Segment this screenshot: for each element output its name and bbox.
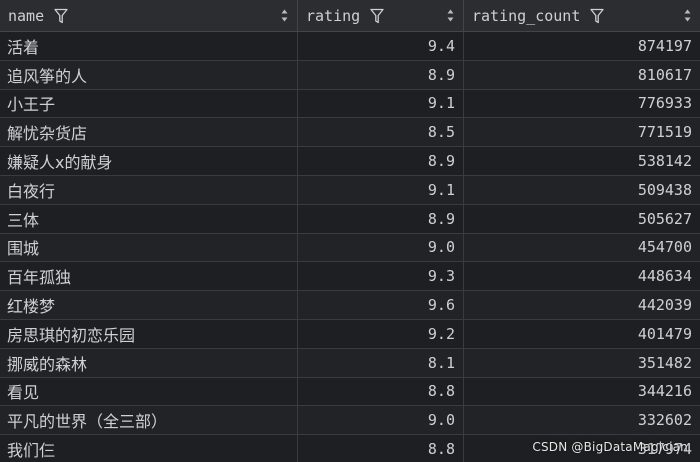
cell-rating-count[interactable]: 344216 bbox=[464, 378, 700, 406]
column-header-label: rating bbox=[306, 6, 361, 25]
cell-name[interactable]: 挪威的森林 bbox=[0, 348, 298, 377]
cell-rating[interactable]: 9.6 bbox=[298, 291, 464, 319]
table-row[interactable]: 红楼梦 9.6 442039 bbox=[0, 291, 700, 320]
table-row[interactable]: 围城 9.0 454700 bbox=[0, 233, 700, 263]
cell-rating-count[interactable]: 509438 bbox=[464, 176, 700, 204]
cell-rating[interactable]: 9.4 bbox=[298, 32, 464, 60]
cell-rating-count[interactable]: 442039 bbox=[464, 291, 700, 319]
cell-name[interactable]: 平凡的世界（全三部） bbox=[0, 406, 298, 435]
filter-icon[interactable] bbox=[54, 8, 68, 24]
cell-rating-count[interactable]: 351482 bbox=[464, 349, 700, 377]
cell-rating-count[interactable]: 810617 bbox=[464, 61, 700, 89]
table-row[interactable]: 三体 8.9 505627 bbox=[0, 204, 700, 234]
cell-name[interactable]: 白夜行 bbox=[0, 175, 298, 204]
cell-name[interactable]: 我们仨 bbox=[0, 435, 298, 462]
cell-rating-count[interactable]: 332602 bbox=[464, 406, 700, 434]
cell-rating[interactable]: 8.9 bbox=[298, 60, 464, 89]
cell-rating[interactable]: 9.1 bbox=[298, 89, 464, 118]
column-header-label: rating_count bbox=[472, 6, 581, 25]
cell-name[interactable]: 嫌疑人x的献身 bbox=[0, 147, 298, 175]
cell-rating-count[interactable]: 448634 bbox=[464, 262, 700, 290]
cell-rating[interactable]: 8.8 bbox=[298, 377, 464, 406]
table-header: name rating rating_count bbox=[0, 0, 700, 32]
table-row[interactable]: 百年孤独 9.3 448634 bbox=[0, 262, 700, 292]
filter-icon[interactable] bbox=[590, 8, 605, 24]
column-header-label: name bbox=[8, 6, 45, 25]
cell-rating-count[interactable]: 401479 bbox=[464, 320, 700, 348]
table-row[interactable]: 解忧杂货店 8.5 771519 bbox=[0, 118, 700, 148]
cell-name[interactable]: 围城 bbox=[0, 233, 298, 262]
column-header-rating[interactable]: rating bbox=[298, 0, 464, 31]
cell-rating[interactable]: 9.2 bbox=[298, 319, 464, 348]
data-grid: name rating rating_count 活着 9.4 874197 追… bbox=[0, 0, 700, 462]
cell-rating[interactable]: 9.0 bbox=[298, 406, 464, 435]
cell-rating[interactable]: 8.1 bbox=[298, 348, 464, 377]
column-header-rating-count[interactable]: rating_count bbox=[464, 0, 700, 31]
table-row[interactable]: 活着 9.4 874197 bbox=[0, 32, 700, 61]
table-row[interactable]: 平凡的世界（全三部） 9.0 332602 bbox=[0, 406, 700, 436]
cell-name[interactable]: 看见 bbox=[0, 377, 298, 406]
cell-rating-count[interactable]: 538142 bbox=[464, 147, 700, 175]
cell-rating[interactable]: 8.8 bbox=[298, 435, 464, 462]
cell-rating-count[interactable]: 776933 bbox=[464, 90, 700, 118]
filter-icon[interactable] bbox=[370, 8, 384, 24]
table-row[interactable]: 小王子 9.1 776933 bbox=[0, 89, 700, 119]
cell-name[interactable]: 活着 bbox=[0, 32, 298, 60]
table-body: 活着 9.4 874197 追风筝的人 8.9 810617 小王子 9.1 7… bbox=[0, 32, 700, 462]
cell-name[interactable]: 三体 bbox=[0, 204, 298, 233]
cell-name[interactable]: 百年孤独 bbox=[0, 262, 298, 291]
cell-rating[interactable]: 9.3 bbox=[298, 262, 464, 291]
cell-name[interactable]: 房思琪的初恋乐园 bbox=[0, 319, 298, 348]
table-row[interactable]: 嫌疑人x的献身 8.9 538142 bbox=[0, 147, 700, 176]
table-row[interactable]: 白夜行 9.1 509438 bbox=[0, 175, 700, 205]
table-row[interactable]: 看见 8.8 344216 bbox=[0, 377, 700, 407]
cell-rating[interactable]: 9.1 bbox=[298, 175, 464, 204]
cell-rating-count[interactable]: 874197 bbox=[464, 32, 700, 60]
cell-rating[interactable]: 8.9 bbox=[298, 204, 464, 233]
table-row[interactable]: 房思琪的初恋乐园 9.2 401479 bbox=[0, 319, 700, 349]
watermark: CSDN @BigDataMagician bbox=[532, 440, 688, 454]
column-header-name[interactable]: name bbox=[0, 0, 298, 31]
cell-rating[interactable]: 8.9 bbox=[298, 147, 464, 175]
cell-name[interactable]: 红楼梦 bbox=[0, 291, 298, 319]
cell-rating-count[interactable]: 454700 bbox=[464, 234, 700, 262]
cell-name[interactable]: 追风筝的人 bbox=[0, 60, 298, 89]
sort-arrows-icon[interactable] bbox=[684, 9, 691, 22]
cell-name[interactable]: 解忧杂货店 bbox=[0, 118, 298, 147]
cell-name[interactable]: 小王子 bbox=[0, 89, 298, 118]
table-row[interactable]: 追风筝的人 8.9 810617 bbox=[0, 60, 700, 90]
cell-rating[interactable]: 9.0 bbox=[298, 233, 464, 262]
sort-arrows-icon[interactable] bbox=[281, 9, 288, 22]
sort-arrows-icon[interactable] bbox=[447, 9, 454, 22]
cell-rating-count[interactable]: 771519 bbox=[464, 118, 700, 146]
table-row[interactable]: 挪威的森林 8.1 351482 bbox=[0, 348, 700, 378]
cell-rating-count[interactable]: 505627 bbox=[464, 205, 700, 233]
cell-rating[interactable]: 8.5 bbox=[298, 118, 464, 147]
